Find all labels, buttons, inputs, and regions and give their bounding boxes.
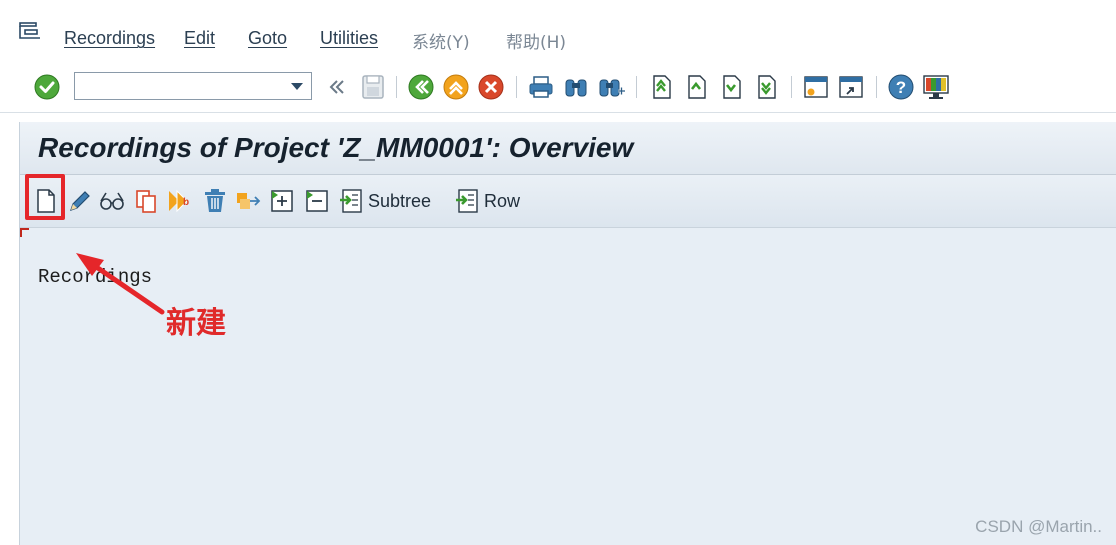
subtree-insert-icon[interactable] xyxy=(338,187,366,215)
enter-check-icon[interactable] xyxy=(32,72,62,102)
menu-bar: Recordings Edit Goto Utilities 系统(Y) 帮助(… xyxy=(0,0,1116,63)
customize-layout-icon[interactable] xyxy=(921,72,951,102)
toolbar-separator xyxy=(876,76,877,98)
shortcut-icon[interactable] xyxy=(836,72,866,102)
row-insert-icon[interactable] xyxy=(454,187,482,215)
first-page-icon[interactable] xyxy=(646,72,676,102)
dropdown-arrow-icon[interactable] xyxy=(291,83,303,90)
menu-icon[interactable] xyxy=(18,22,44,42)
copy-icon[interactable] xyxy=(133,187,161,215)
subtree-button[interactable]: Subtree xyxy=(368,191,431,212)
print-icon[interactable] xyxy=(526,72,556,102)
menu-system[interactable]: 系统(Y) xyxy=(412,28,470,53)
menu-help[interactable]: 帮助(H) xyxy=(506,28,566,53)
expand-subtree-icon[interactable] xyxy=(268,187,296,215)
menu-edit[interactable]: Edit xyxy=(184,28,215,49)
annotation-label: 新建 xyxy=(166,306,226,341)
standard-toolbar: ? xyxy=(0,62,1116,113)
delete-trash-icon[interactable] xyxy=(201,187,229,215)
toolbar-separator xyxy=(516,76,517,98)
command-field[interactable] xyxy=(74,72,312,100)
back-icon[interactable] xyxy=(406,72,436,102)
display-glasses-icon[interactable] xyxy=(98,187,126,215)
edit-pencil-icon[interactable] xyxy=(66,187,94,215)
menu-goto[interactable]: Goto xyxy=(248,28,287,49)
find-next-icon[interactable] xyxy=(596,72,626,102)
menu-utilities[interactable]: Utilities xyxy=(320,28,378,49)
collapse-left-icon[interactable] xyxy=(322,72,352,102)
command-input[interactable] xyxy=(79,74,283,100)
exit-icon[interactable] xyxy=(441,72,471,102)
svg-text:b: b xyxy=(183,197,189,208)
highlight-box xyxy=(25,174,65,220)
title-bar: Recordings of Project 'Z_MM0001': Overvi… xyxy=(20,122,1116,175)
last-page-icon[interactable] xyxy=(751,72,781,102)
tree-content-area: Recordings xyxy=(20,228,1116,545)
toolbar-separator xyxy=(791,76,792,98)
save-icon[interactable] xyxy=(358,72,388,102)
next-page-icon[interactable] xyxy=(716,72,746,102)
annotation-arrow-icon xyxy=(76,253,165,315)
rename-icon[interactable]: b xyxy=(167,187,195,215)
cursor-marker xyxy=(20,228,29,237)
cancel-icon[interactable] xyxy=(476,72,506,102)
application-toolbar: b Subtree Row xyxy=(20,175,1116,228)
toolbar-separator xyxy=(396,76,397,98)
collapse-subtree-icon[interactable] xyxy=(303,187,331,215)
row-button[interactable]: Row xyxy=(484,191,520,212)
toolbar-separator xyxy=(636,76,637,98)
create-session-icon[interactable] xyxy=(801,72,831,102)
find-icon[interactable] xyxy=(561,72,591,102)
transport-icon[interactable] xyxy=(234,187,262,215)
previous-page-icon[interactable] xyxy=(681,72,711,102)
menu-recordings[interactable]: Recordings xyxy=(64,28,155,49)
help-icon[interactable]: ? xyxy=(886,72,916,102)
watermark: CSDN @Martin.. xyxy=(975,517,1102,536)
page-title: Recordings of Project 'Z_MM0001': Overvi… xyxy=(38,132,634,163)
svg-text:?: ? xyxy=(896,78,906,97)
